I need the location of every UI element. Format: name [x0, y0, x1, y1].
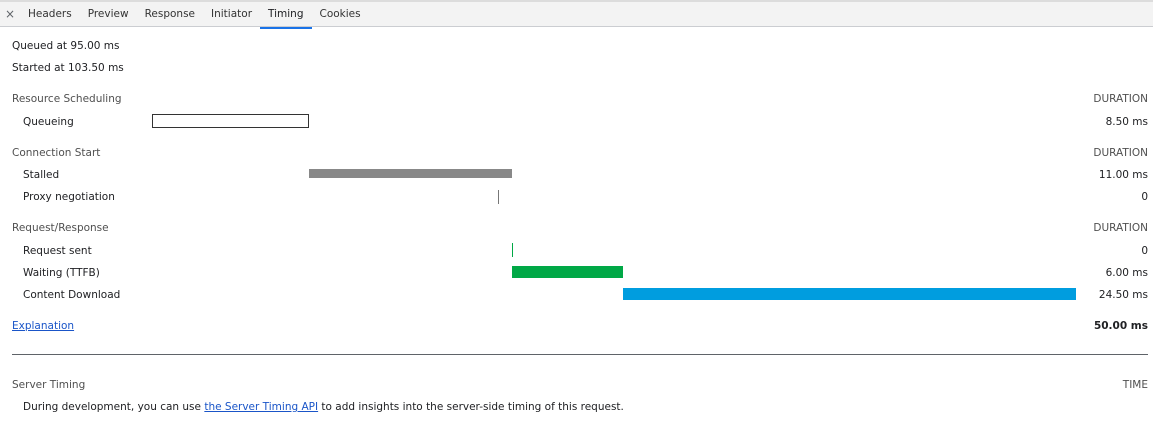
duration-header: DURATION	[1093, 147, 1148, 159]
row-label-stalled: Stalled	[23, 169, 60, 181]
close-icon[interactable]: ×	[4, 7, 16, 21]
duration-content-download: 24.50 ms	[1098, 289, 1148, 301]
duration-proxy-negotiation: 0	[1141, 191, 1148, 203]
tab-bar: × Headers Preview Response Initiator Tim…	[0, 0, 1153, 29]
queueing-bar	[152, 114, 309, 128]
request-sent-tick	[512, 243, 513, 257]
ttfb-bar	[512, 266, 623, 278]
time-header: TIME	[1122, 379, 1148, 391]
duration-request-sent: 0	[1141, 245, 1148, 257]
duration-queueing: 8.50 ms	[1105, 116, 1148, 128]
section-title-server-timing: Server Timing	[12, 379, 86, 391]
tab-cookies[interactable]: Cookies	[312, 2, 369, 27]
started-at-text: Started at 103.50 ms	[12, 62, 124, 74]
section-title-request-response: Request/Response	[12, 222, 109, 234]
content-download-bar	[623, 288, 1076, 300]
server-timing-text-before: During development, you can use	[23, 401, 205, 413]
duration-waiting-ttfb: 6.00 ms	[1105, 267, 1148, 279]
timing-panel: × Headers Preview Response Initiator Tim…	[0, 0, 1153, 425]
total-duration: 50.00 ms	[1093, 320, 1148, 332]
tab-timing[interactable]: Timing	[260, 2, 312, 29]
section-title-resource-scheduling: Resource Scheduling	[12, 93, 122, 105]
section-title-connection-start: Connection Start	[12, 147, 101, 159]
duration-header: DURATION	[1093, 93, 1148, 105]
row-label-request-sent: Request sent	[23, 245, 92, 257]
server-timing-api-link[interactable]: the Server Timing API	[204, 401, 318, 413]
row-label-proxy-negotiation: Proxy negotiation	[23, 191, 115, 203]
tab-headers[interactable]: Headers	[20, 2, 80, 27]
tab-response[interactable]: Response	[137, 2, 203, 27]
tab-list: Headers Preview Response Initiator Timin…	[20, 2, 369, 29]
proxy-track	[152, 190, 1076, 204]
queueing-track	[152, 114, 1076, 128]
stalled-track	[152, 167, 1076, 181]
ttfb-track	[152, 265, 1076, 279]
timing-content: Queued at 95.00 ms Started at 103.50 ms …	[0, 27, 1153, 425]
proxy-negotiation-tick	[498, 190, 499, 204]
row-label-content-download: Content Download	[23, 289, 121, 301]
request-sent-track	[152, 243, 1076, 257]
queued-at-text: Queued at 95.00 ms	[12, 40, 120, 52]
server-timing-text-after: to add insights into the server-side tim…	[318, 401, 624, 413]
server-timing-text: During development, you can use the Serv…	[23, 401, 624, 413]
duration-header: DURATION	[1093, 222, 1148, 234]
row-label-queueing: Queueing	[23, 116, 74, 128]
download-track	[152, 287, 1076, 301]
duration-stalled: 11.00 ms	[1098, 169, 1148, 181]
explanation-link[interactable]: Explanation	[12, 320, 74, 332]
stalled-bar	[309, 169, 512, 178]
tab-preview[interactable]: Preview	[80, 2, 137, 27]
explanation-link-wrap: Explanation	[12, 320, 74, 332]
row-label-waiting-ttfb: Waiting (TTFB)	[23, 267, 100, 279]
tab-initiator[interactable]: Initiator	[203, 2, 260, 27]
divider	[12, 354, 1148, 355]
